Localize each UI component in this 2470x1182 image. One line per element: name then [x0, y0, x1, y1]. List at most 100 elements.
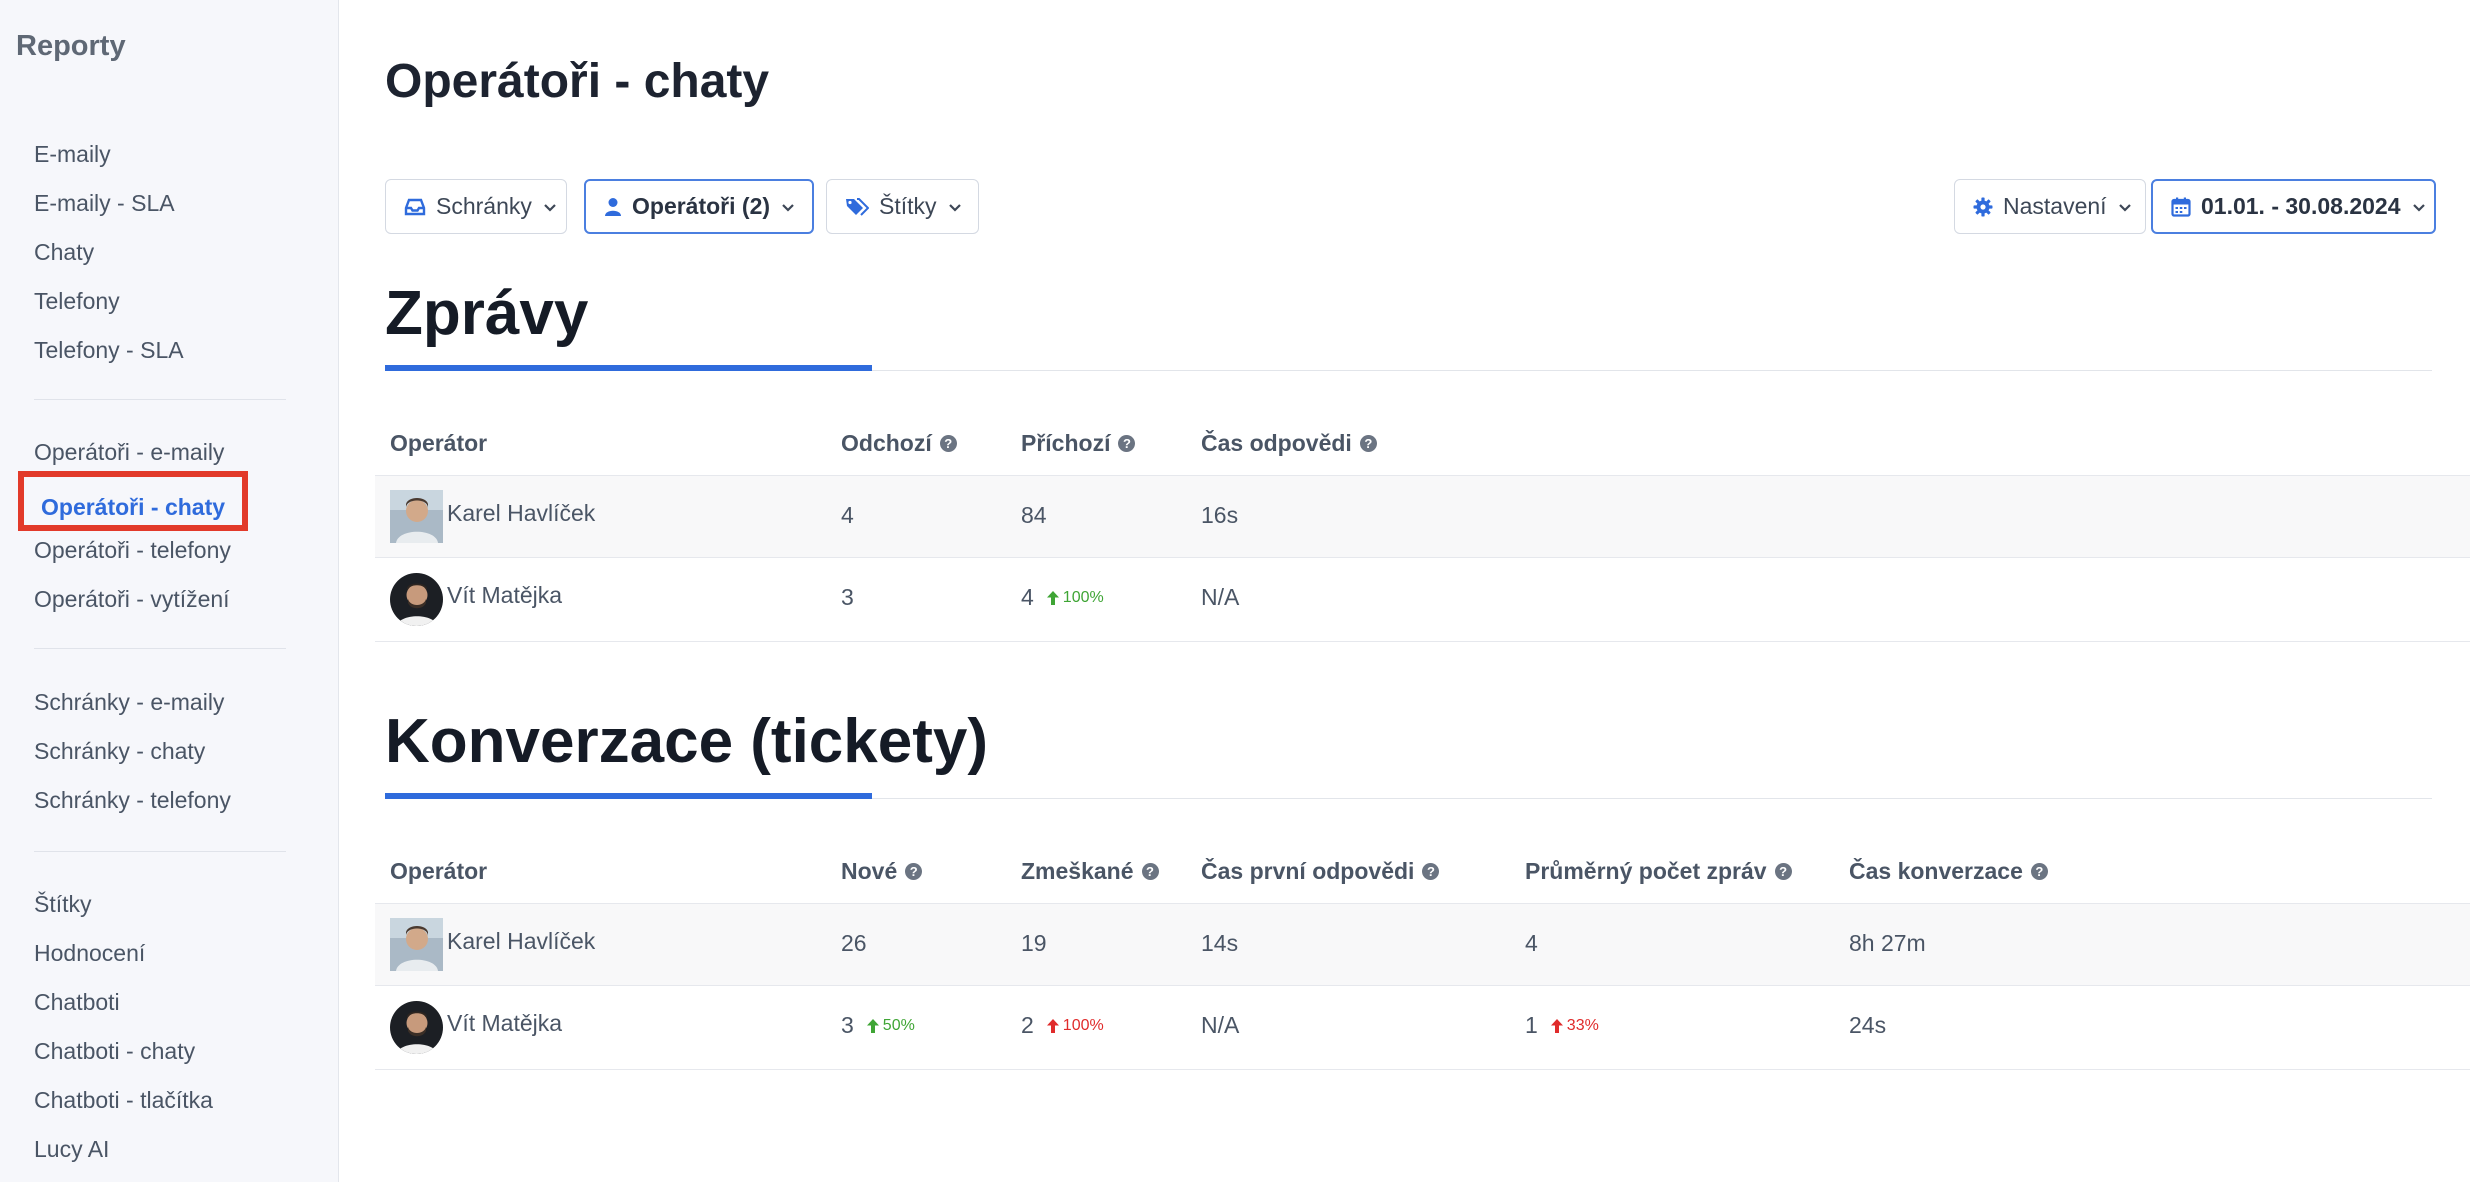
table-row: Karel Havlíček 26 19 14s 4 8h 27m — [375, 903, 2470, 985]
table-bottom-border — [375, 1069, 2470, 1070]
response-time-value: 16s — [1201, 502, 1239, 528]
arrow-up-icon — [1046, 1018, 1059, 1033]
avatar — [390, 490, 443, 543]
section-underline — [385, 365, 872, 371]
inboxes-filter-label: Schránky — [436, 193, 532, 219]
settings-label: Nastavení — [2003, 193, 2107, 219]
first-response-value: 14s — [1201, 930, 1239, 956]
help-icon[interactable]: ? — [905, 863, 923, 880]
sidebar-item-inboxes-phones[interactable]: Schránky - telefony — [34, 780, 231, 820]
section-underline — [385, 793, 872, 799]
column-header-response-time: Čas odpovědi? — [1201, 430, 1377, 457]
sidebar-divider — [34, 399, 286, 400]
missed-value: 2 100% — [1021, 1012, 1104, 1038]
inbox-icon — [404, 198, 426, 216]
sidebar-item-chatbots-buttons[interactable]: Chatboti - tlačítka — [34, 1080, 213, 1120]
average-messages-value: 4 — [1525, 930, 1538, 956]
help-icon[interactable]: ? — [2030, 863, 2048, 880]
main-content: Operátoři - chaty Schránky Operátoři (2)… — [339, 0, 2470, 1182]
sidebar-item-chats[interactable]: Chaty — [34, 232, 94, 272]
table-bottom-border — [375, 641, 2470, 642]
average-messages-value: 1 33% — [1525, 1012, 1599, 1038]
sidebar-item-emails[interactable]: E-maily — [34, 134, 111, 174]
arrow-up-icon — [1550, 1018, 1563, 1033]
sidebar-item-tags[interactable]: Štítky — [34, 884, 92, 924]
arrow-up-icon — [866, 1018, 879, 1033]
sidebar-item-operators-chats[interactable]: Operátoři - chaty — [18, 471, 249, 531]
new-value: 26 — [841, 930, 867, 956]
help-icon[interactable]: ? — [1141, 863, 1159, 880]
date-range-button[interactable]: 01.01. - 30.08.2024 — [2151, 179, 2436, 234]
sidebar-item-operators-emails[interactable]: Operátoři - e-maily — [34, 432, 224, 472]
conversation-time-value: 24s — [1849, 1012, 1887, 1038]
sidebar-item-operators-workload[interactable]: Operátoři - vytížení — [34, 579, 230, 619]
trend-up-indicator: 50% — [866, 1017, 915, 1035]
outgoing-value: 3 — [841, 584, 854, 610]
chevron-down-icon — [947, 199, 963, 215]
help-icon[interactable]: ? — [939, 435, 957, 452]
sidebar-item-inboxes-emails[interactable]: Schránky - e-maily — [34, 682, 224, 722]
sidebar: Reporty E-maily E-maily - SLA Chaty Tele… — [0, 0, 339, 1182]
sidebar-item-chatbots-chats[interactable]: Chatboti - chaty — [34, 1031, 195, 1071]
column-header-incoming: Příchozí? — [1021, 430, 1136, 457]
column-header-new: Nové? — [841, 858, 923, 885]
outgoing-value: 4 — [841, 502, 854, 528]
operators-filter-button[interactable]: Operátoři (2) — [584, 179, 814, 234]
new-value: 3 50% — [841, 1012, 915, 1038]
gear-icon — [1973, 197, 1993, 217]
sidebar-item-inboxes-chats[interactable]: Schránky - chaty — [34, 731, 205, 771]
operator-name: Vít Matějka — [447, 582, 563, 608]
chevron-down-icon — [2411, 199, 2427, 215]
table-row: Vít Matějka 3 50% 2 100% N/A 1 33% 24s — [375, 985, 2470, 1067]
help-icon[interactable]: ? — [1422, 863, 1440, 880]
avatar — [390, 918, 443, 971]
sidebar-title: Reporty — [16, 30, 126, 62]
operator-name: Karel Havlíček — [447, 500, 596, 526]
column-header-outgoing: Odchozí? — [841, 430, 957, 457]
sidebar-item-phones-sla[interactable]: Telefony - SLA — [34, 330, 184, 370]
incoming-value: 84 — [1021, 502, 1047, 528]
help-icon[interactable]: ? — [1359, 435, 1377, 452]
column-header-missed: Zmeškané? — [1021, 858, 1159, 885]
conversation-time-value: 8h 27m — [1849, 930, 1926, 956]
column-header-operator: Operátor — [390, 858, 488, 884]
settings-button[interactable]: Nastavení — [1954, 179, 2146, 234]
sidebar-item-emails-sla[interactable]: E-maily - SLA — [34, 183, 175, 223]
tags-filter-button[interactable]: Štítky — [826, 179, 979, 234]
avatar — [390, 573, 443, 626]
help-icon[interactable]: ? — [1118, 435, 1136, 452]
sidebar-divider — [34, 851, 286, 852]
page-title: Operátoři - chaty — [385, 55, 770, 108]
avatar — [390, 1001, 443, 1054]
sidebar-item-chatbots[interactable]: Chatboti — [34, 982, 120, 1022]
messages-section-title: Zprávy — [385, 279, 589, 348]
tags-filter-label: Štítky — [879, 193, 937, 219]
column-header-first-response-time: Čas první odpovědi? — [1201, 858, 1440, 885]
tags-icon — [845, 197, 869, 217]
chevron-down-icon — [542, 199, 558, 215]
date-range-label: 01.01. - 30.08.2024 — [2201, 193, 2401, 219]
table-row: Karel Havlíček 4 84 16s — [375, 475, 2470, 557]
help-icon[interactable]: ? — [1774, 863, 1792, 880]
table-row: Vít Matějka 3 4 100% N/A — [375, 557, 2470, 639]
chevron-down-icon — [2117, 199, 2133, 215]
trend-up-negative-indicator: 33% — [1550, 1017, 1599, 1035]
operator-name: Vít Matějka — [447, 1010, 563, 1036]
user-icon — [604, 197, 622, 217]
sidebar-item-lucy-ai[interactable]: Lucy AI — [34, 1129, 109, 1169]
sidebar-item-operators-phones[interactable]: Operátoři - telefony — [34, 530, 231, 570]
first-response-value: N/A — [1201, 1012, 1240, 1038]
column-header-operator: Operátor — [390, 430, 488, 456]
response-time-value: N/A — [1201, 584, 1240, 610]
column-header-conversation-time: Čas konverzace? — [1849, 858, 2048, 885]
incoming-value: 4 100% — [1021, 584, 1104, 610]
operator-name: Karel Havlíček — [447, 928, 596, 954]
inboxes-filter-button[interactable]: Schránky — [385, 179, 567, 234]
trend-up-negative-indicator: 100% — [1046, 1017, 1104, 1035]
missed-value: 19 — [1021, 930, 1047, 956]
sidebar-item-ratings[interactable]: Hodnocení — [34, 933, 145, 973]
column-header-average-messages: Průměrný počet zpráv? — [1525, 858, 1792, 885]
sidebar-item-phones[interactable]: Telefony — [34, 281, 120, 321]
operators-filter-label: Operátoři (2) — [632, 193, 771, 219]
conversations-section-title: Konverzace (tickety) — [385, 707, 989, 776]
